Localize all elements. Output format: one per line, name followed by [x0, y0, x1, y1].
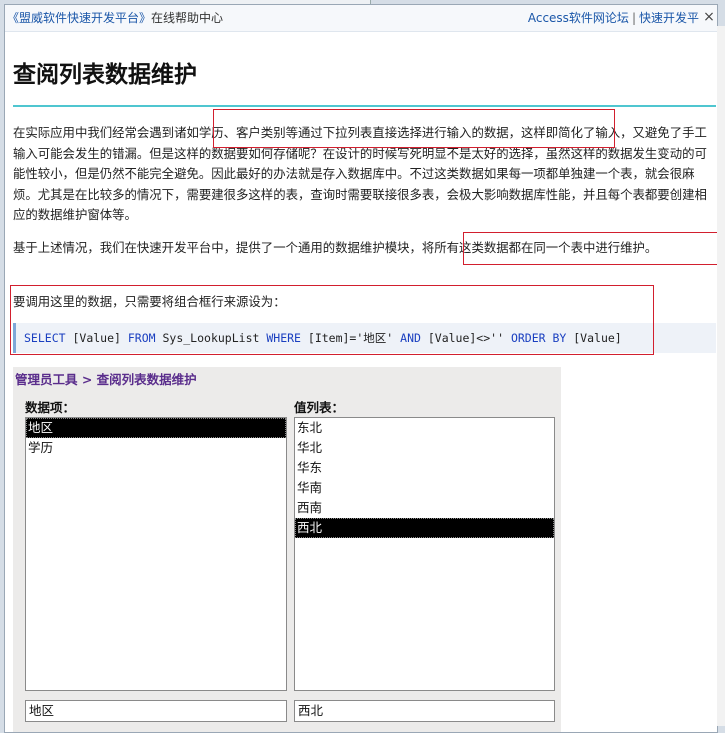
top-bar: 《盟威软件快速开发平台》在线帮助中心 Access软件网论坛 | 快速开发平台 × — [5, 5, 717, 32]
help-center-label: 在线帮助中心 — [151, 11, 224, 25]
values-list-item[interactable]: 西南 — [295, 498, 554, 518]
values-list-item[interactable]: 东北 — [295, 418, 554, 438]
values-list-item[interactable]: 西北 — [295, 518, 554, 538]
values-list-item[interactable]: 华南 — [295, 478, 554, 498]
title-divider — [13, 105, 716, 107]
page-title: 查阅列表数据维护 — [13, 62, 197, 88]
highlight-box-1 — [213, 109, 615, 148]
window-frame: 《盟威软件快速开发平台》在线帮助中心 Access软件网论坛 | 快速开发平台 × … — [0, 0, 725, 733]
platform-link[interactable]: 《盟威软件快速开发平台》 — [7, 11, 151, 25]
highlight-box-2 — [463, 232, 717, 265]
lookup-maintenance-panel: 管理员工具 > 查阅列表数据维护 数据项： 值列表： 地区 学历 东北 华北 华东 华南… — [13, 367, 561, 732]
items-list-item[interactable]: 学历 — [26, 438, 286, 458]
highlight-box-3 — [10, 285, 654, 355]
items-label: 数据项： — [25, 400, 76, 415]
link-separator: | — [631, 11, 636, 25]
values-listbox[interactable]: 东北 华北 华东 华南 西南 西北 — [294, 417, 555, 691]
top-bar-left: 《盟威软件快速开发平台》在线帮助中心 — [7, 5, 223, 31]
top-bar-right: Access软件网论坛 | 快速开发平台 — [528, 5, 711, 31]
item-input[interactable]: 地区 — [25, 700, 287, 722]
forum-link[interactable]: Access软件网论坛 — [528, 11, 629, 25]
help-dialog: 《盟威软件快速开发平台》在线帮助中心 Access软件网论坛 | 快速开发平台 × … — [4, 4, 718, 733]
values-label: 值列表： — [294, 400, 345, 415]
value-input[interactable]: 西北 — [294, 700, 555, 722]
values-list-item[interactable]: 华北 — [295, 438, 554, 458]
values-list-item[interactable]: 华东 — [295, 458, 554, 478]
panel-breadcrumb: 管理员工具 > 查阅列表数据维护 — [15, 372, 197, 387]
items-listbox[interactable]: 地区 学历 — [25, 417, 287, 691]
scrollbar[interactable] — [717, 26, 725, 726]
items-list-item[interactable]: 地区 — [26, 418, 286, 438]
close-icon[interactable]: × — [700, 7, 717, 27]
